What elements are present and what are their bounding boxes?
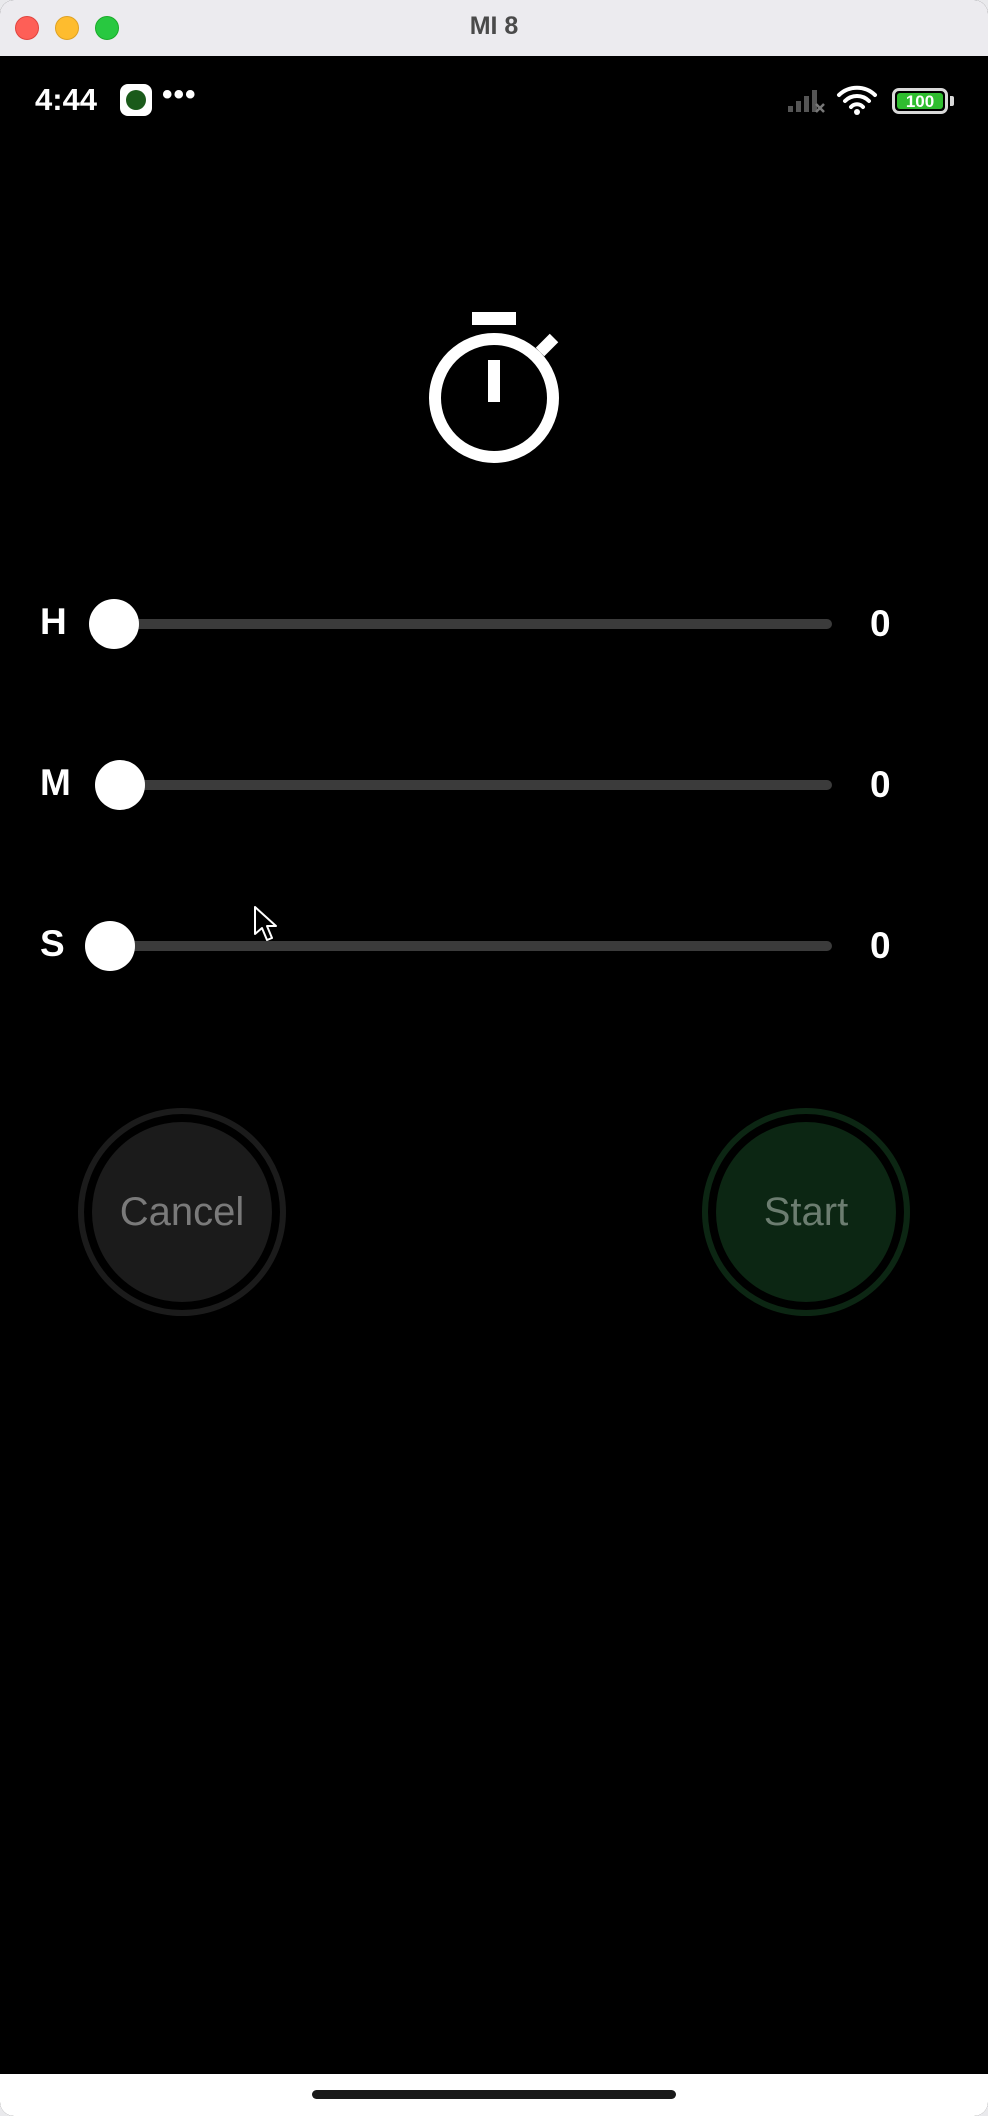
hours-label: H <box>40 601 67 642</box>
battery-icon: 100 <box>892 88 948 114</box>
minutes-value: 0 <box>870 764 891 805</box>
cancel-button-label: Cancel <box>92 1122 272 1302</box>
cursor-icon <box>254 906 277 941</box>
bottom-area <box>0 2074 988 2116</box>
hours-slider-track[interactable] <box>114 619 832 629</box>
minutes-slider-row: M 0 <box>0 745 988 825</box>
phone-screen: 4:44 ••• 100 H 0 M 0 S 0 Cancel Start <box>0 56 988 2074</box>
seconds-label: S <box>40 923 65 964</box>
minutes-slider-thumb[interactable] <box>95 760 145 810</box>
seconds-slider-track[interactable] <box>110 941 832 951</box>
window-titlebar: MI 8 <box>0 0 988 57</box>
seconds-value: 0 <box>870 925 891 966</box>
start-button-label: Start <box>716 1122 896 1302</box>
status-time: 4:44 <box>35 82 98 117</box>
more-notifications-indicator: ••• <box>162 78 197 111</box>
minutes-label: M <box>40 762 71 803</box>
hours-value: 0 <box>870 603 891 644</box>
wifi-icon <box>837 85 877 115</box>
start-button[interactable]: Start <box>702 1108 910 1316</box>
hours-slider-row: H 0 <box>0 584 988 664</box>
home-indicator[interactable] <box>312 2090 676 2099</box>
battery-level: 100 <box>905 92 935 111</box>
signal-icon <box>788 90 825 113</box>
device-window: MI 8 4:44 ••• 100 H 0 M 0 S 0 Cancel Sta… <box>0 0 988 2116</box>
battery-tip <box>950 96 954 106</box>
hours-slider-thumb[interactable] <box>89 599 139 649</box>
stopwatch-icon <box>429 312 559 463</box>
status-bar: 4:44 ••• 100 <box>0 56 988 146</box>
cancel-button[interactable]: Cancel <box>78 1108 286 1316</box>
seconds-slider-row: S 0 <box>0 906 988 986</box>
window-title: MI 8 <box>469 12 519 40</box>
minutes-slider-track[interactable] <box>120 780 832 790</box>
app-notification-icon <box>120 84 152 116</box>
seconds-slider-thumb[interactable] <box>85 921 135 971</box>
